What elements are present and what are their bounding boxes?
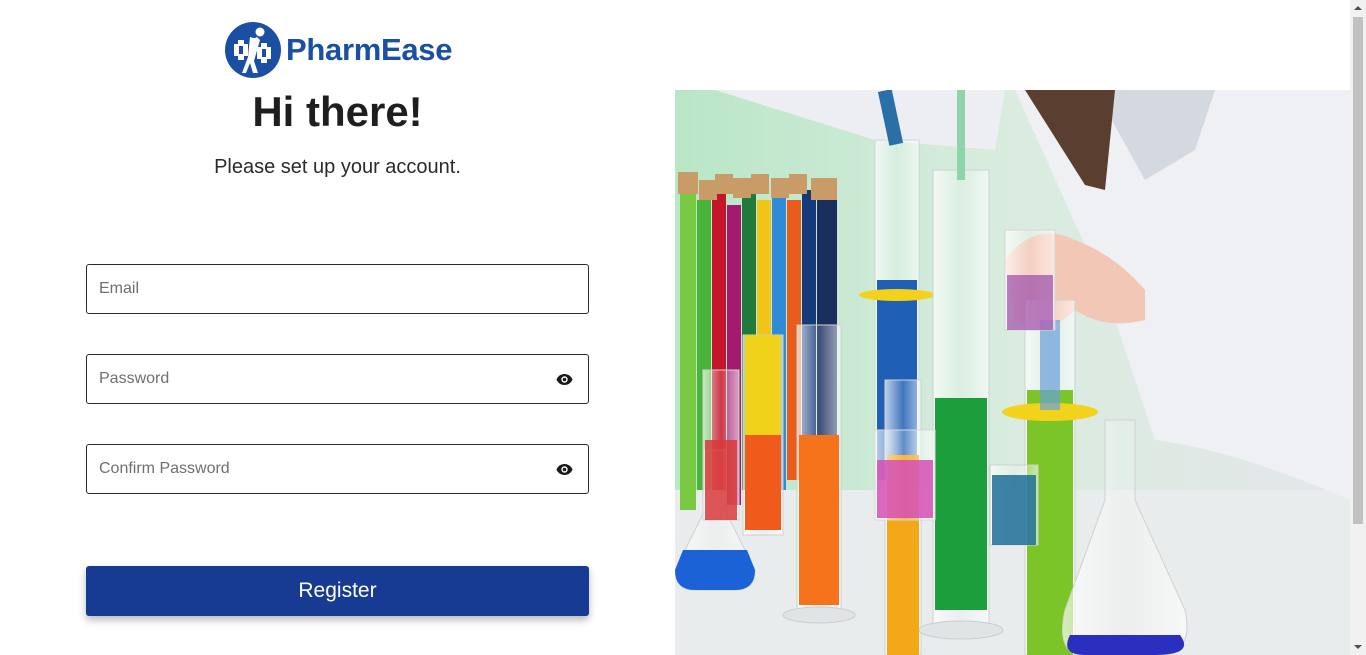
page-scrollbar[interactable]	[1350, 0, 1366, 655]
brand-name: PharmEase	[286, 32, 453, 67]
password-field-container	[86, 354, 589, 404]
lab-glassware-illustration	[675, 90, 1350, 655]
scroll-down-arrow-icon[interactable]	[1350, 639, 1366, 655]
confirm-password-input[interactable]	[87, 445, 588, 493]
pharmease-logo-icon	[225, 22, 281, 78]
eye-icon[interactable]	[556, 373, 573, 386]
hero-image	[675, 90, 1350, 655]
register-panel: PharmEase Hi there! Please set up your a…	[0, 0, 675, 655]
register-page: PharmEase Hi there! Please set up your a…	[0, 0, 1366, 655]
scroll-up-arrow-icon[interactable]	[1350, 0, 1366, 16]
brand-logo: PharmEase	[224, 20, 452, 80]
page-title: Hi there!	[252, 88, 423, 135]
page-subtitle: Please set up your account.	[214, 156, 461, 178]
email-input[interactable]	[87, 265, 588, 313]
scrollbar-thumb[interactable]	[1353, 17, 1363, 524]
confirm-password-field-container	[86, 444, 589, 494]
email-field-container	[86, 264, 589, 314]
password-input[interactable]	[87, 355, 588, 403]
register-button[interactable]: Register	[86, 566, 589, 616]
eye-icon[interactable]	[556, 463, 573, 476]
